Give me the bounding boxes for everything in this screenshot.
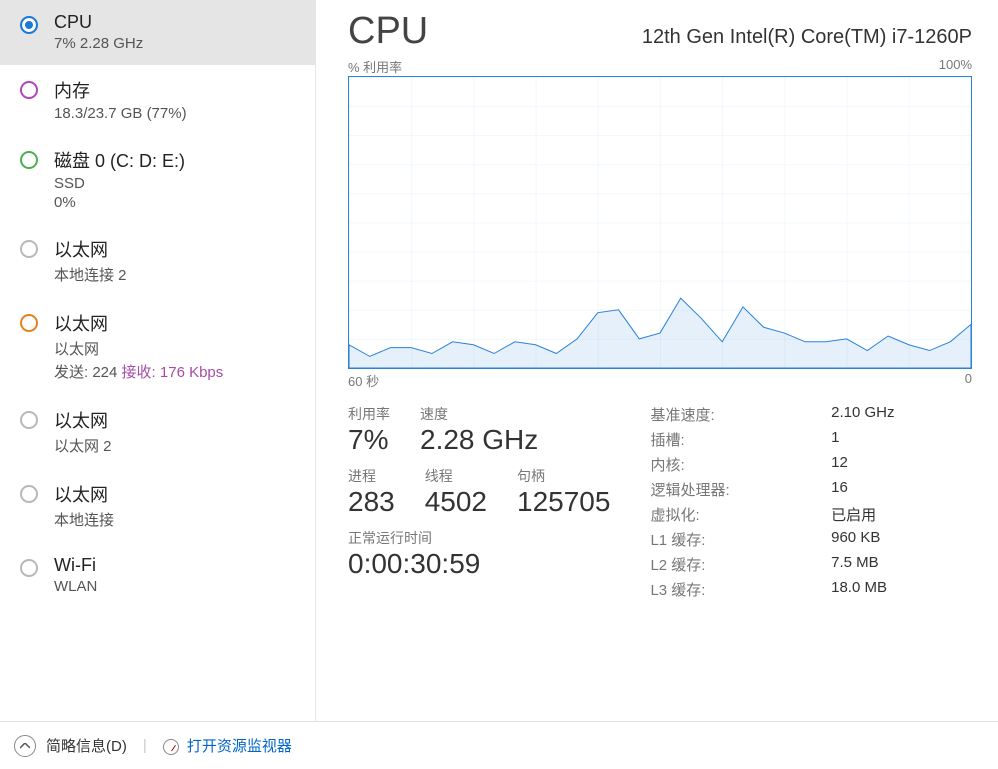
sidebar-item-title: 以太网	[54, 310, 223, 336]
page-title: CPU	[348, 10, 428, 53]
spec-val: 12	[831, 454, 972, 475]
cpu-model-text: 12th Gen Intel(R) Core(TM) i7-1260P	[642, 26, 972, 49]
sidebar-item-traffic: 发送: 224 接收: 176 Kbps	[54, 361, 223, 382]
chart-ymax: 100%	[939, 57, 972, 76]
spec-val: 960 KB	[831, 529, 972, 550]
cpu-utilization-chart[interactable]	[348, 76, 972, 369]
processes-value: 283	[348, 486, 395, 518]
speed-value: 2.28 GHz	[420, 424, 538, 456]
spec-table: 基准速度: 2.10 GHz 插槽: 1 内核: 12 逻辑处理器: 16 虚拟化: 已启…	[650, 404, 972, 600]
sidebar-item-ethernet-local[interactable]: 以太网 本地连接	[0, 469, 315, 543]
spec-key: 内核:	[650, 454, 807, 475]
open-resource-monitor-link[interactable]: 打开资源监视器	[163, 735, 292, 756]
sidebar-item-sub: 7% 2.28 GHz	[54, 35, 143, 52]
uptime-label: 正常运行时间	[348, 528, 610, 548]
ethernet-ring-icon	[20, 240, 38, 258]
handles-value: 125705	[517, 486, 610, 518]
sidebar-item-sub: 本地连接 2	[54, 264, 127, 285]
spec-val: 已启用	[831, 504, 972, 525]
spec-key: L2 缓存:	[650, 554, 807, 575]
sidebar-item-title: 以太网	[54, 481, 114, 507]
spec-val: 1	[831, 429, 972, 450]
sidebar-item-title: Wi-Fi	[54, 555, 97, 576]
speed-label: 速度	[420, 404, 538, 424]
footer: 简略信息(D) | 打开资源监视器	[0, 721, 998, 769]
sidebar-item-title: 以太网	[54, 407, 112, 433]
chart-xleft: 60 秒	[348, 371, 379, 390]
sidebar[interactable]: CPU 7% 2.28 GHz 内存 18.3/23.7 GB (77%) 磁盘…	[0, 0, 316, 721]
spec-key: L3 缓存:	[650, 579, 807, 600]
spec-key: 逻辑处理器:	[650, 479, 807, 500]
uptime-value: 0:00:30:59	[348, 548, 610, 580]
sidebar-item-title: 磁盘 0 (C: D: E:)	[54, 147, 185, 173]
spec-val: 16	[831, 479, 972, 500]
sidebar-item-memory[interactable]: 内存 18.3/23.7 GB (77%)	[0, 65, 315, 135]
sidebar-item-sub2: 0%	[54, 194, 185, 211]
sidebar-item-ethernet-2[interactable]: 以太网 以太网 2	[0, 395, 315, 469]
chart-svg	[349, 77, 971, 368]
sidebar-item-ethernet-local2[interactable]: 以太网 本地连接 2	[0, 224, 315, 298]
threads-value: 4502	[425, 486, 487, 518]
chevron-up-icon[interactable]	[14, 735, 36, 757]
ethernet-ring-icon	[20, 314, 38, 332]
main-panel: CPU 12th Gen Intel(R) Core(TM) i7-1260P …	[316, 0, 998, 721]
sidebar-item-sub: WLAN	[54, 578, 97, 595]
sidebar-item-wifi[interactable]: Wi-Fi WLAN	[0, 543, 315, 608]
big-stats: 利用率 7% 速度 2.28 GHz 进程 283 线程 450	[348, 404, 610, 600]
sidebar-item-sub: SSD	[54, 175, 185, 192]
sidebar-item-title: CPU	[54, 12, 143, 33]
spec-key: L1 缓存:	[650, 529, 807, 550]
spec-val: 7.5 MB	[831, 554, 972, 575]
ethernet-ring-icon	[20, 485, 38, 503]
disk-ring-icon	[20, 151, 38, 169]
sidebar-item-sub: 以太网 2	[54, 435, 112, 456]
memory-ring-icon	[20, 81, 38, 99]
sidebar-item-sub: 以太网	[54, 338, 223, 359]
util-value: 7%	[348, 424, 390, 456]
sidebar-item-ethernet-main[interactable]: 以太网 以太网 发送: 224 接收: 176 Kbps	[0, 298, 315, 395]
cpu-ring-icon	[20, 16, 38, 34]
sidebar-item-sub: 本地连接	[54, 509, 114, 530]
sidebar-item-disk0[interactable]: 磁盘 0 (C: D: E:) SSD 0%	[0, 135, 315, 224]
spec-val: 2.10 GHz	[831, 404, 972, 425]
util-label: 利用率	[348, 404, 390, 424]
wifi-ring-icon	[20, 559, 38, 577]
sidebar-item-title: 以太网	[54, 236, 127, 262]
processes-label: 进程	[348, 466, 395, 486]
chart-ylabel: % 利用率	[348, 57, 402, 76]
sidebar-item-title: 内存	[54, 77, 187, 103]
chart-xright: 0	[965, 371, 972, 390]
spec-key: 插槽:	[650, 429, 807, 450]
handles-label: 句柄	[517, 466, 610, 486]
spec-val: 18.0 MB	[831, 579, 972, 600]
sidebar-item-cpu[interactable]: CPU 7% 2.28 GHz	[0, 0, 315, 65]
divider: |	[143, 737, 147, 754]
sidebar-item-sub: 18.3/23.7 GB (77%)	[54, 105, 187, 122]
spec-key: 虚拟化:	[650, 504, 807, 525]
spec-key: 基准速度:	[650, 404, 807, 425]
gauge-icon	[163, 739, 179, 755]
ethernet-ring-icon	[20, 411, 38, 429]
threads-label: 线程	[425, 466, 487, 486]
brief-info-button[interactable]: 简略信息(D)	[46, 735, 127, 756]
